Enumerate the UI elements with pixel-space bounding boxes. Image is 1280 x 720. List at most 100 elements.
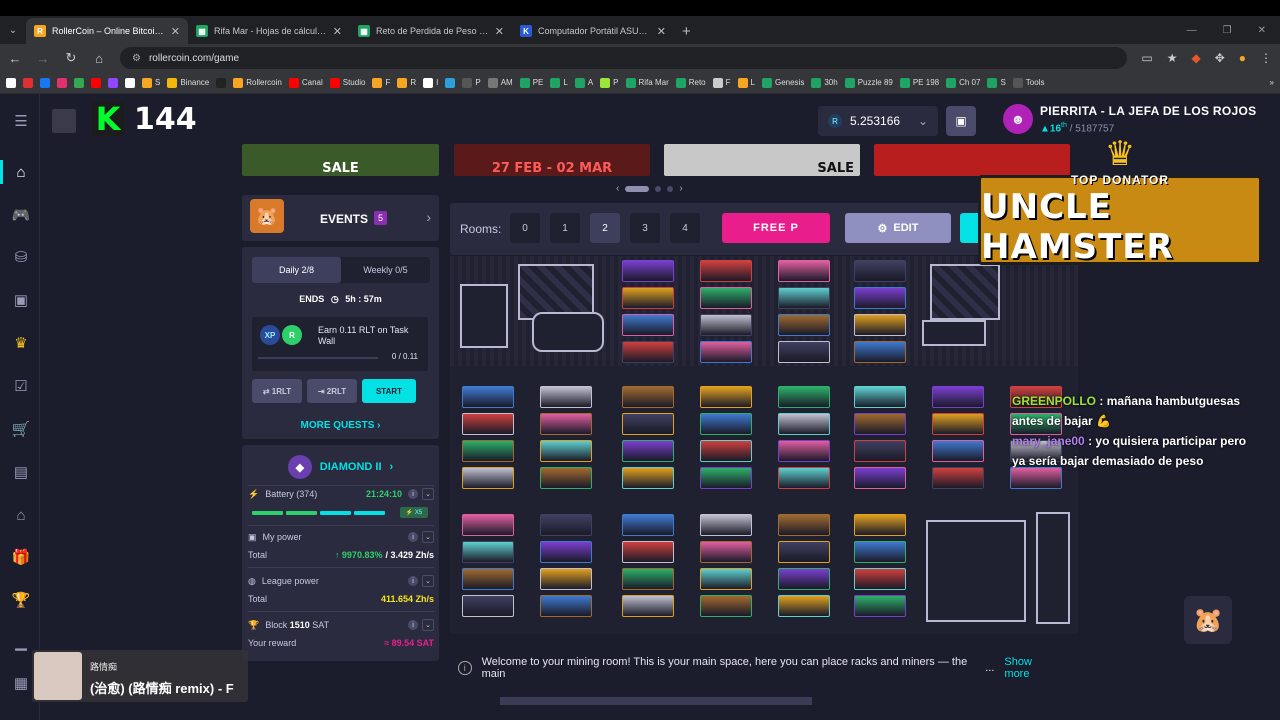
miner-unit[interactable] bbox=[778, 287, 830, 309]
miner-unit[interactable] bbox=[462, 568, 514, 590]
rlt-nav-icon[interactable]: ⛁ bbox=[10, 246, 32, 268]
miner-unit[interactable] bbox=[854, 595, 906, 617]
bookmark-item[interactable]: I bbox=[423, 77, 438, 88]
miner-unit[interactable] bbox=[622, 595, 674, 617]
crown-nav-icon[interactable]: ♛ bbox=[10, 332, 32, 354]
browser-tab[interactable]: ▦ Reto de Perdida de Peso - El Mejor ✕ bbox=[350, 18, 512, 44]
info-icon[interactable]: i bbox=[408, 576, 418, 586]
bookmark-item[interactable] bbox=[125, 77, 135, 88]
tab-close-icon[interactable]: ✕ bbox=[171, 25, 180, 38]
miner-unit[interactable] bbox=[854, 314, 906, 336]
free-pass-button[interactable]: FREE P bbox=[722, 213, 830, 243]
miner-unit[interactable] bbox=[462, 514, 514, 536]
bookmark-item[interactable]: F bbox=[372, 77, 390, 88]
miner-unit[interactable] bbox=[854, 568, 906, 590]
one-rlt-button[interactable]: ⇄ 1RLT bbox=[252, 379, 302, 403]
back-icon[interactable]: ← bbox=[8, 51, 22, 66]
minimize-icon[interactable]: — bbox=[1187, 25, 1197, 36]
miner-unit[interactable] bbox=[854, 341, 906, 363]
info-icon[interactable]: i bbox=[408, 620, 418, 630]
miner-unit[interactable] bbox=[622, 413, 674, 435]
extension-icon[interactable]: ◆ bbox=[1191, 51, 1200, 65]
miner-unit[interactable] bbox=[540, 568, 592, 590]
events-panel[interactable]: 🐹 EVENTS 5 › bbox=[242, 195, 439, 241]
room-button-2[interactable]: 2 bbox=[590, 213, 620, 243]
wallet-button[interactable]: ▣ bbox=[946, 106, 976, 136]
balance-dropdown[interactable]: R 5.253166 ⌄ bbox=[818, 106, 938, 136]
banner-sale[interactable]: SALE bbox=[664, 144, 860, 176]
browser-tab[interactable]: ▦ Rifa Mar - Hojas de cálculo de Google ✕ bbox=[188, 18, 350, 44]
miner-unit[interactable] bbox=[932, 386, 984, 408]
miner-unit[interactable] bbox=[700, 314, 752, 336]
carousel-dot[interactable] bbox=[655, 185, 662, 192]
miner-unit[interactable] bbox=[700, 568, 752, 590]
bookmark-item[interactable]: PE 198 bbox=[899, 77, 939, 88]
tab-daily[interactable]: Daily 2/8 bbox=[252, 257, 341, 283]
miner-rack[interactable] bbox=[460, 514, 516, 622]
league-header[interactable]: ◆ DIAMOND II › bbox=[242, 455, 439, 479]
bookmark-item[interactable]: Reto bbox=[675, 77, 706, 88]
bookmark-item[interactable]: S bbox=[987, 77, 1006, 88]
extensions-puzzle-icon[interactable]: ✥ bbox=[1215, 51, 1225, 65]
inventory-nav-icon[interactable]: ▤ bbox=[10, 461, 32, 483]
trophy-nav-icon[interactable]: 🏆 bbox=[10, 589, 32, 611]
bookmark-item[interactable]: PE bbox=[519, 77, 543, 88]
bookmark-item[interactable]: 30h bbox=[811, 77, 838, 88]
bank-nav-icon[interactable]: ⌂ bbox=[10, 504, 32, 526]
miner-rack[interactable] bbox=[620, 386, 676, 494]
miner-unit[interactable] bbox=[622, 386, 674, 408]
tab-search-button[interactable]: ⌄ bbox=[0, 16, 26, 44]
bookmark-item[interactable]: L bbox=[550, 77, 568, 88]
close-window-icon[interactable]: ✕ bbox=[1258, 25, 1266, 36]
miner-rack[interactable] bbox=[930, 386, 986, 494]
profile-icon[interactable]: ● bbox=[1239, 51, 1246, 65]
miner-unit[interactable] bbox=[540, 595, 592, 617]
info-icon[interactable]: i bbox=[408, 489, 418, 499]
miner-unit[interactable] bbox=[622, 514, 674, 536]
miner-unit[interactable] bbox=[540, 514, 592, 536]
miner-unit[interactable] bbox=[622, 341, 674, 363]
room-button-0[interactable]: 0 bbox=[510, 213, 540, 243]
bookmarks-overflow-icon[interactable]: » bbox=[1270, 78, 1274, 87]
miner-unit[interactable] bbox=[462, 440, 514, 462]
miner-unit[interactable] bbox=[700, 260, 752, 282]
bookmark-item[interactable]: A bbox=[574, 77, 593, 88]
miner-unit[interactable] bbox=[622, 568, 674, 590]
store-nav-icon[interactable]: 🛒 bbox=[10, 418, 32, 440]
miner-unit[interactable] bbox=[854, 287, 906, 309]
carousel-dot[interactable] bbox=[625, 185, 650, 192]
new-tab-button[interactable]: + bbox=[674, 18, 699, 44]
miner-unit[interactable] bbox=[932, 467, 984, 489]
miner-unit[interactable] bbox=[778, 595, 830, 617]
miner-unit[interactable] bbox=[854, 541, 906, 563]
miner-unit[interactable] bbox=[540, 467, 592, 489]
miner-unit[interactable] bbox=[854, 260, 906, 282]
bookmark-item[interactable] bbox=[445, 77, 456, 88]
miner-unit[interactable] bbox=[622, 260, 674, 282]
miner-unit[interactable] bbox=[622, 287, 674, 309]
miner-unit[interactable] bbox=[540, 386, 592, 408]
chevron-down-icon[interactable]: ⌄ bbox=[422, 488, 434, 500]
tab-close-icon[interactable]: ✕ bbox=[333, 25, 342, 38]
hamster-helper-button[interactable]: 🐹 bbox=[1184, 596, 1232, 644]
miner-unit[interactable] bbox=[700, 467, 752, 489]
miner-rack[interactable] bbox=[620, 514, 676, 622]
miner-unit[interactable] bbox=[462, 413, 514, 435]
bookmark-star-icon[interactable]: ★ bbox=[1167, 51, 1178, 65]
miner-unit[interactable] bbox=[700, 413, 752, 435]
avatar[interactable]: ☻ bbox=[1003, 104, 1033, 134]
menu-dots-icon[interactable]: ⋮ bbox=[1260, 51, 1272, 65]
miner-unit[interactable] bbox=[932, 413, 984, 435]
miner-unit[interactable] bbox=[700, 541, 752, 563]
bookmark-item[interactable]: Ch 07 bbox=[946, 77, 980, 88]
tasks-nav-icon[interactable]: ☑ bbox=[10, 375, 32, 397]
miner-unit[interactable] bbox=[778, 514, 830, 536]
user-name[interactable]: PIERRITA - LA JEFA DE LOS ROJOS bbox=[1040, 104, 1256, 118]
start-button[interactable]: START bbox=[362, 379, 416, 403]
tab-close-icon[interactable]: ✕ bbox=[657, 25, 666, 38]
banner-red-sale[interactable]: SALE bbox=[242, 144, 439, 176]
miner-unit[interactable] bbox=[932, 440, 984, 462]
home-icon[interactable]: ⌂ bbox=[92, 51, 106, 66]
bookmark-item[interactable]: Rifa Mar bbox=[625, 77, 669, 88]
carousel-next-icon[interactable]: › bbox=[679, 183, 682, 194]
